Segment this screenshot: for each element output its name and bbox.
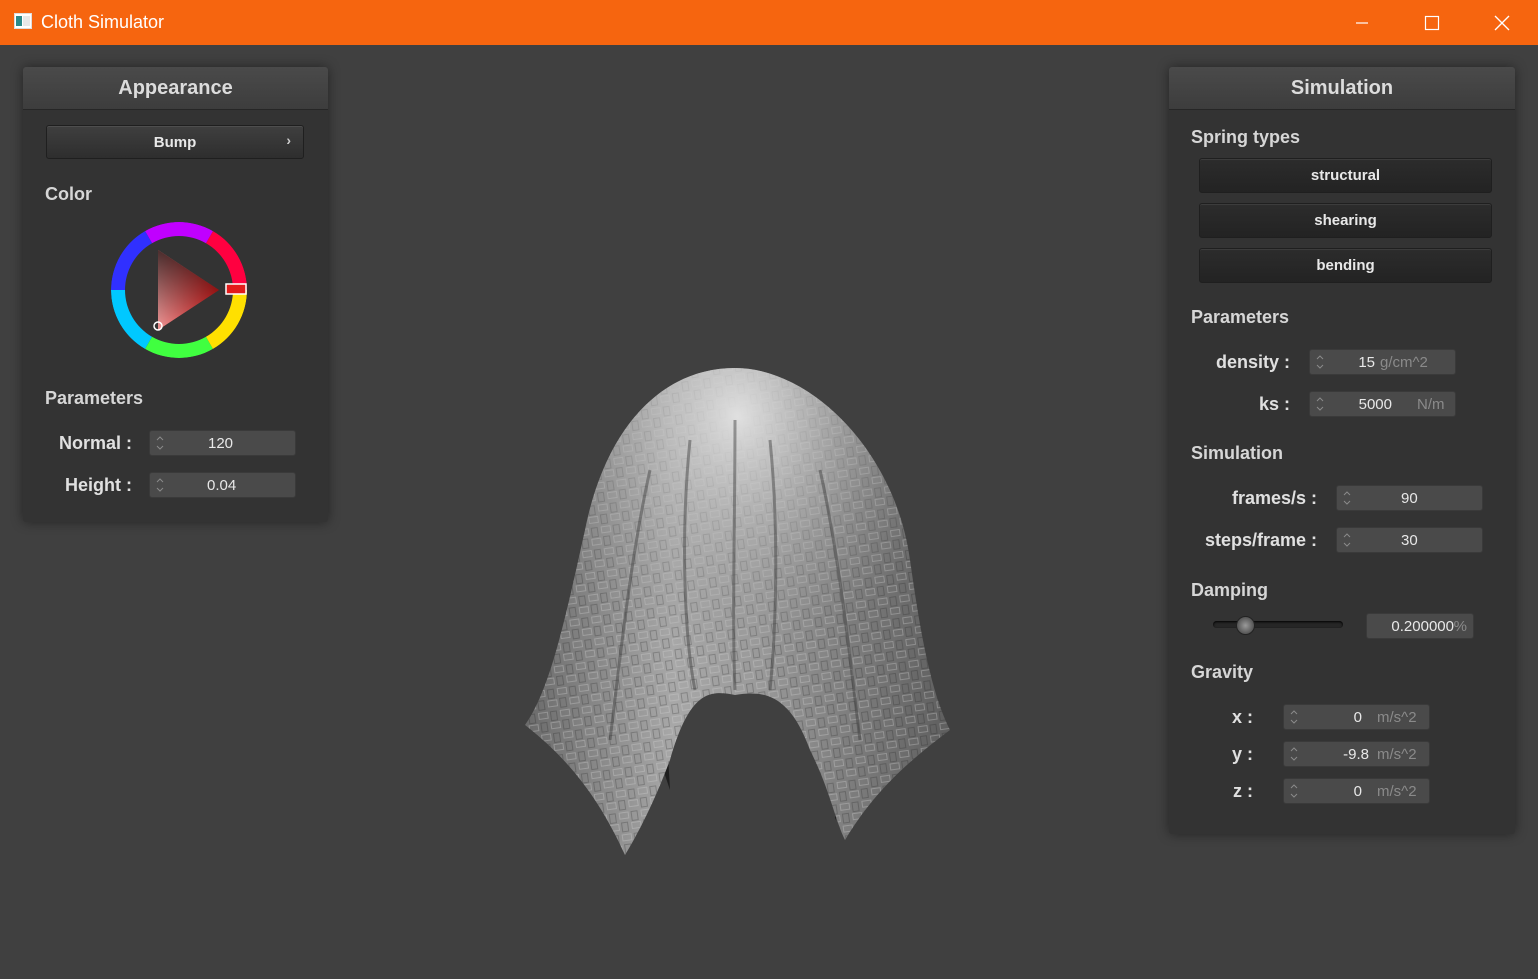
ks-value: 5000 bbox=[1358, 396, 1392, 413]
shearing-label: shearing bbox=[1314, 212, 1377, 229]
simulation-parameters-label: Parameters bbox=[1191, 307, 1290, 327]
simulation-panel-title: Simulation bbox=[1169, 67, 1515, 110]
steps-value: 30 bbox=[1401, 532, 1418, 549]
appearance-panel: Appearance Bump › Color Parameters Norma… bbox=[23, 67, 328, 522]
fps-label: frames/s : bbox=[1231, 488, 1317, 508]
gravity-z-label: z : bbox=[1233, 781, 1253, 801]
gravity-y-label: y : bbox=[1231, 744, 1253, 764]
title-bar: Cloth Simulator bbox=[0, 0, 1538, 45]
color-label: Color bbox=[45, 184, 92, 204]
fps-value: 90 bbox=[1401, 490, 1418, 507]
chevron-right-icon: › bbox=[286, 132, 291, 148]
close-button[interactable] bbox=[1467, 0, 1537, 45]
simulation-section-label: Simulation bbox=[1191, 443, 1284, 463]
spinner-icon[interactable] bbox=[156, 476, 164, 494]
density-label: density : bbox=[1215, 352, 1290, 372]
gravity-z-input[interactable]: 0 m/s^2 bbox=[1283, 778, 1430, 804]
window-title: Cloth Simulator bbox=[41, 12, 165, 32]
spinner-icon[interactable] bbox=[1290, 745, 1298, 763]
gravity-z-value: 0 bbox=[1353, 783, 1362, 800]
fps-input[interactable]: 90 bbox=[1336, 485, 1483, 511]
gravity-x-unit: m/s^2 bbox=[1377, 709, 1417, 726]
ks-input[interactable]: 5000 N/m bbox=[1309, 391, 1456, 417]
damping-slider-knob[interactable] bbox=[1235, 616, 1255, 635]
gravity-y-input[interactable]: -9.8 m/s^2 bbox=[1283, 741, 1430, 767]
spinner-icon[interactable] bbox=[1290, 782, 1298, 800]
color-wheel[interactable] bbox=[109, 220, 249, 360]
spinner-icon[interactable] bbox=[1316, 353, 1324, 371]
bump-mode-button[interactable]: Bump › bbox=[46, 125, 304, 159]
damping-value: 0.200000 bbox=[1391, 618, 1454, 635]
steps-input[interactable]: 30 bbox=[1336, 527, 1483, 553]
gravity-y-unit: m/s^2 bbox=[1377, 746, 1417, 763]
maximize-icon bbox=[1424, 15, 1440, 30]
spinner-icon[interactable] bbox=[1316, 395, 1324, 413]
normal-input[interactable]: 120 bbox=[149, 430, 296, 456]
density-unit: g/cm^2 bbox=[1380, 354, 1428, 371]
minimize-button[interactable] bbox=[1327, 0, 1397, 45]
damping-unit: % bbox=[1453, 618, 1467, 635]
spinner-icon[interactable] bbox=[1343, 531, 1351, 549]
cloth-viewport[interactable] bbox=[510, 360, 960, 870]
bump-mode-label: Bump bbox=[153, 133, 197, 151]
minimize-icon bbox=[1356, 21, 1368, 24]
damping-slider[interactable] bbox=[1213, 616, 1343, 635]
normal-label: Normal : bbox=[58, 433, 132, 453]
gravity-y-value: -9.8 bbox=[1343, 746, 1369, 763]
normal-value: 120 bbox=[208, 435, 234, 452]
gravity-x-input[interactable]: 0 m/s^2 bbox=[1283, 704, 1430, 730]
density-input[interactable]: 15 g/cm^2 bbox=[1309, 349, 1456, 375]
bending-button[interactable]: bending bbox=[1199, 248, 1492, 283]
damping-label: Damping bbox=[1191, 580, 1269, 600]
height-label: Height : bbox=[65, 475, 132, 495]
gravity-x-label: x : bbox=[1231, 707, 1253, 727]
damping-input[interactable]: 0.200000 % bbox=[1366, 613, 1474, 639]
maximize-button[interactable] bbox=[1397, 0, 1467, 45]
gravity-z-unit: m/s^2 bbox=[1377, 783, 1417, 800]
simulation-panel: Simulation Spring types structural shear… bbox=[1169, 67, 1515, 834]
density-value: 15 bbox=[1358, 354, 1375, 371]
spinner-icon[interactable] bbox=[1290, 708, 1298, 726]
ks-unit: N/m bbox=[1417, 396, 1445, 413]
structural-button[interactable]: structural bbox=[1199, 158, 1492, 193]
gravity-x-value: 0 bbox=[1353, 709, 1362, 726]
spring-types-label: Spring types bbox=[1191, 127, 1301, 147]
steps-label: steps/frame : bbox=[1204, 530, 1317, 550]
height-input[interactable]: 0.04 bbox=[149, 472, 296, 498]
shearing-button[interactable]: shearing bbox=[1199, 203, 1492, 238]
bending-label: bending bbox=[1316, 257, 1375, 274]
height-value: 0.04 bbox=[207, 477, 237, 494]
close-icon bbox=[1494, 15, 1510, 30]
gravity-label: Gravity bbox=[1191, 662, 1254, 682]
appearance-panel-title: Appearance bbox=[23, 67, 328, 110]
spinner-icon[interactable] bbox=[156, 434, 164, 452]
app-icon bbox=[14, 13, 32, 29]
spinner-icon[interactable] bbox=[1343, 489, 1351, 507]
ks-label: ks : bbox=[1258, 394, 1290, 414]
appearance-parameters-label: Parameters bbox=[45, 388, 144, 408]
structural-label: structural bbox=[1310, 167, 1381, 184]
hue-handle[interactable] bbox=[225, 283, 247, 295]
